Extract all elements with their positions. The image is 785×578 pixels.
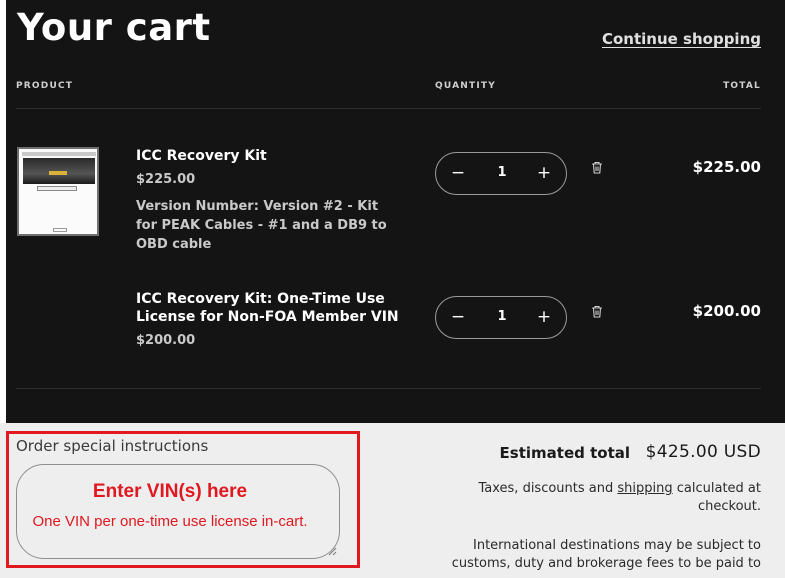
page-title: Your cart	[17, 6, 211, 49]
vin-instruction-title: Enter VIN(s) here	[92, 481, 248, 502]
product-price: $200.00	[136, 333, 196, 348]
instructions-textarea[interactable]	[16, 464, 340, 559]
quantity-input[interactable]: 1	[490, 165, 514, 180]
quantity-stepper: − 1 +	[435, 296, 567, 339]
variant-line: OBD cable	[136, 237, 212, 252]
shipping-link[interactable]: shipping	[617, 481, 672, 496]
international-note: International destinations may be subjec…	[451, 537, 761, 573]
tax-note: Taxes, discounts and shipping calculated…	[461, 480, 761, 516]
instructions-label: Order special instructions	[16, 437, 209, 455]
international-note-line: customs, duty and brokerage fees to be p…	[451, 556, 761, 571]
variant-line: Version Number: Version #2 - Kit	[136, 199, 379, 214]
product-name-line: License for Non-FOA Member VIN	[136, 309, 399, 325]
column-header-quantity: QUANTITY	[435, 81, 496, 91]
trash-icon[interactable]	[591, 161, 603, 174]
divider	[16, 108, 761, 109]
divider	[16, 388, 761, 389]
product-name-link[interactable]: ICC Recovery Kit	[136, 147, 267, 165]
estimated-total-value: $425.00 USD	[645, 442, 761, 462]
product-variant: Version Number: Version #2 - Kit for PEA…	[136, 197, 391, 254]
international-note-line: International destinations may be subjec…	[473, 538, 761, 553]
product-price: $225.00	[136, 172, 196, 187]
column-header-product: PRODUCT	[16, 81, 74, 91]
product-name-link[interactable]: ICC Recovery Kit: One-Time Use License f…	[136, 290, 399, 326]
plus-icon[interactable]: +	[534, 307, 554, 327]
product-image[interactable]	[17, 147, 99, 236]
tax-note-text: Taxes, discounts and	[478, 481, 618, 496]
column-header-total: TOTAL	[723, 81, 761, 91]
tax-note-text: calculated at checkout.	[672, 481, 761, 514]
quantity-input[interactable]: 1	[490, 309, 514, 324]
quantity-stepper: − 1 +	[435, 152, 567, 195]
estimated-total-label: Estimated total	[499, 444, 630, 462]
vin-instruction-subtitle: One VIN per one-time use license in-cart…	[32, 513, 308, 530]
resize-handle-icon[interactable]	[328, 547, 337, 556]
trash-icon[interactable]	[591, 305, 603, 318]
line-total: $225.00	[692, 158, 761, 176]
continue-shopping-link[interactable]: Continue shopping	[602, 30, 761, 48]
variant-line: for PEAK Cables - #1 and a DB9 to	[136, 218, 387, 233]
product-name-line: ICC Recovery Kit: One-Time Use	[136, 291, 385, 307]
plus-icon[interactable]: +	[534, 163, 554, 183]
line-total: $200.00	[692, 302, 761, 320]
cart-panel: Your cart Continue shopping PRODUCT QUAN…	[6, 0, 785, 423]
minus-icon[interactable]: −	[448, 307, 468, 327]
minus-icon[interactable]: −	[448, 163, 468, 183]
